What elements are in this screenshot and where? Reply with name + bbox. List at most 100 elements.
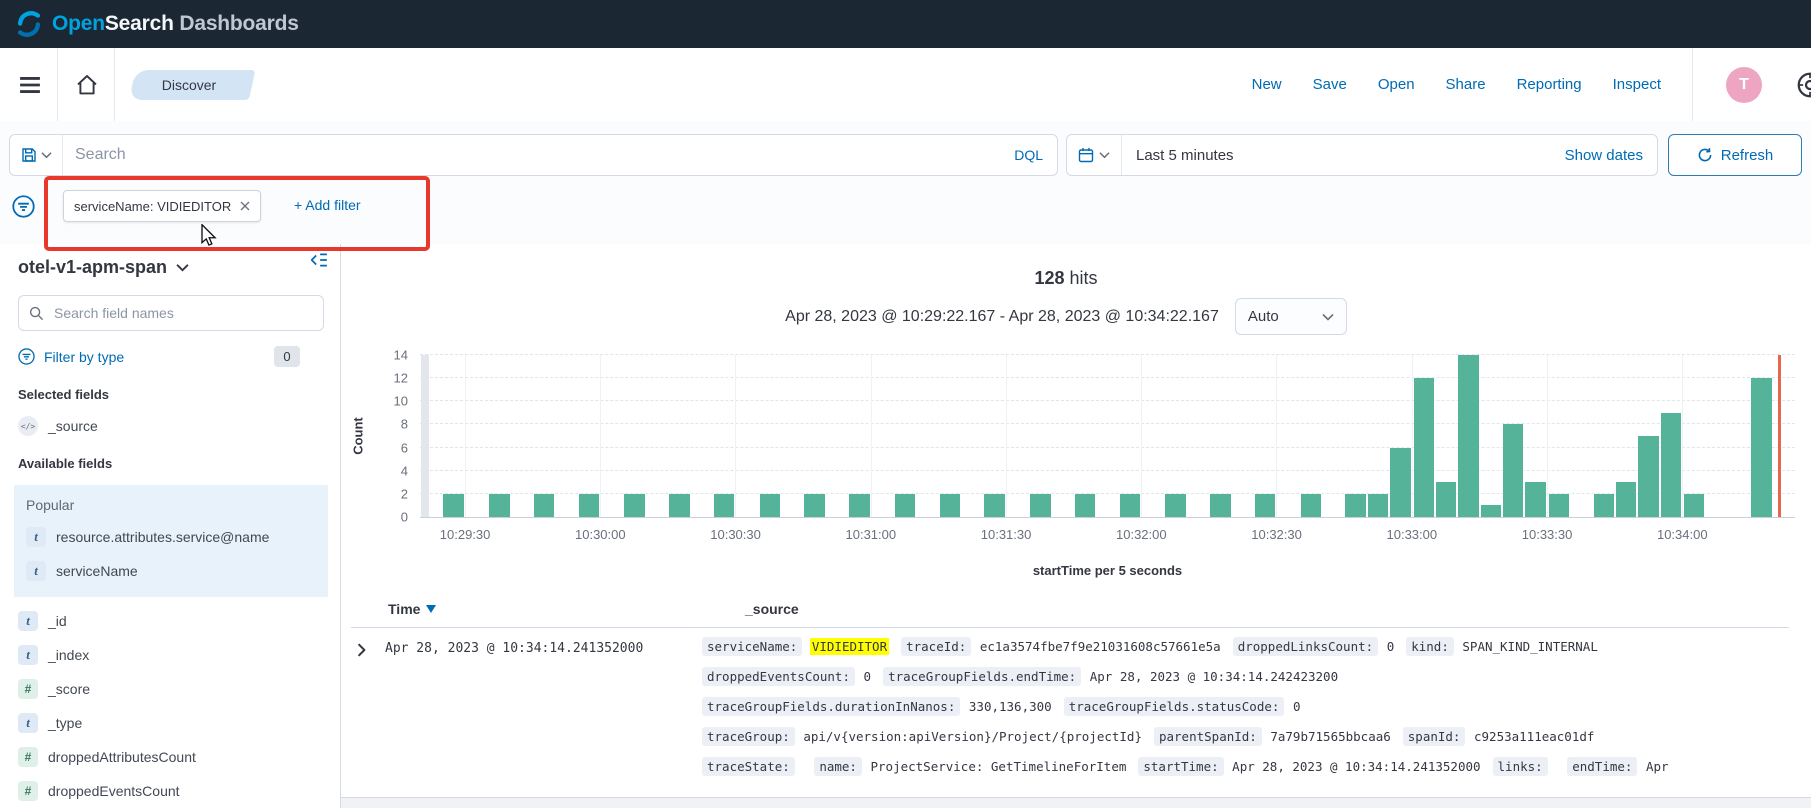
field-item-serviceName[interactable]: tserviceName — [26, 561, 318, 581]
column-header-time[interactable]: Time — [388, 601, 436, 617]
source-value: 7a79b71565bbcaa6 — [1269, 729, 1390, 744]
field-name: resource.attributes.service@name — [56, 527, 269, 547]
collapse-sidebar-icon[interactable] — [310, 252, 328, 268]
interval-select[interactable]: Auto — [1235, 298, 1347, 335]
sort-desc-icon — [426, 605, 436, 613]
chevron-down-icon — [1099, 151, 1110, 159]
search-bar: DQL — [9, 134, 1058, 176]
source-value: ProjectService: GetTimelineForItem — [870, 759, 1127, 774]
histogram-bar — [1458, 355, 1478, 517]
opensearch-logo[interactable]: OpenSearch Dashboards — [14, 9, 299, 39]
nav-link-reporting[interactable]: Reporting — [1517, 76, 1582, 93]
source-pair: traceGroupFields.endTime: Apr 28, 2023 @… — [883, 669, 1338, 684]
date-picker: Last 5 minutes Show dates — [1066, 134, 1658, 176]
expand-row-icon[interactable] — [356, 643, 367, 657]
user-avatar[interactable]: T — [1726, 67, 1762, 103]
chevron-down-icon — [176, 263, 189, 272]
field-item-droppedEventsCount[interactable]: #droppedEventsCount — [18, 781, 324, 801]
nav-link-inspect[interactable]: Inspect — [1613, 76, 1661, 93]
histogram-bar — [760, 494, 780, 517]
y-tick-label: 6 — [401, 441, 408, 454]
field-name: serviceName — [56, 561, 138, 581]
histogram-bars — [420, 355, 1795, 517]
chevron-down-icon — [1322, 313, 1334, 321]
remove-filter-icon[interactable] — [240, 201, 250, 211]
histogram-bar — [489, 494, 509, 517]
opensearch-logo-icon — [14, 9, 44, 39]
source-value: api/v{version:apiVersion}/Project/{proje… — [802, 729, 1142, 744]
field-item-_type[interactable]: t_type — [18, 713, 324, 733]
field-item-_index[interactable]: t_index — [18, 645, 324, 665]
number-field-icon: # — [18, 679, 38, 699]
nav-link-save[interactable]: Save — [1313, 76, 1347, 93]
refresh-icon — [1697, 147, 1713, 163]
number-field-icon: # — [18, 747, 38, 767]
histogram-bar — [1616, 482, 1636, 517]
field-item-_source[interactable]: </>_source — [18, 416, 324, 436]
quick-select-button[interactable] — [1067, 135, 1122, 175]
field-item-_id[interactable]: t_id — [18, 611, 324, 631]
histogram-bar — [579, 494, 599, 517]
save-icon — [21, 147, 37, 163]
refresh-button[interactable]: Refresh — [1668, 134, 1802, 176]
filter-by-type-button[interactable]: Filter by type 0 — [18, 346, 324, 367]
add-filter-button[interactable]: + Add filter — [294, 197, 361, 213]
saved-query-button[interactable] — [10, 135, 63, 175]
field-name: droppedAttributesCount — [48, 747, 196, 767]
field-item-droppedAttributesCount[interactable]: # droppedAttributesCount — [18, 747, 324, 767]
popular-heading: Popular — [26, 497, 318, 513]
divider — [1692, 48, 1693, 121]
nav-link-open[interactable]: Open — [1378, 76, 1415, 93]
field-item-resource.attributes.service@name[interactable]: t resource.attributes.service@name — [26, 527, 318, 547]
source-pair: traceState: — [702, 759, 802, 774]
histogram-bar — [1638, 436, 1658, 517]
y-tick-label: 2 — [401, 487, 408, 500]
search-input[interactable] — [63, 146, 1014, 164]
source-key: spanId: — [1403, 727, 1466, 746]
source-pair: traceId: ec1a3574fbe7f9e21031608c57661e5… — [901, 639, 1221, 654]
histogram-bar — [1525, 482, 1545, 517]
histogram-bar — [1368, 494, 1388, 517]
nav-link-new[interactable]: New — [1252, 76, 1282, 93]
histogram-bar — [624, 494, 644, 517]
histogram-bar — [1255, 494, 1275, 517]
source-value: VIDIEDITOR — [810, 638, 889, 655]
hits-count: 128 hits — [341, 268, 1791, 289]
filter-pill-servicename[interactable]: serviceName: VIDIEDITOR — [63, 190, 261, 222]
filter-count-badge: 0 — [274, 346, 300, 367]
divider — [114, 48, 115, 121]
y-tick-label: 12 — [394, 372, 408, 385]
source-key: traceGroup: — [702, 727, 795, 746]
y-tick-label: 14 — [394, 349, 408, 362]
show-dates-button[interactable]: Show dates — [1565, 147, 1657, 164]
source-key: startTime: — [1138, 757, 1223, 776]
chevron-down-icon — [41, 151, 52, 159]
nav-link-share[interactable]: Share — [1446, 76, 1486, 93]
source-pair: traceGroupFields.statusCode: 0 — [1064, 699, 1301, 714]
histogram-bar — [1661, 413, 1681, 517]
opensearch-dashboards-app: OpenSearch Dashboards Discover New Save Op… — [0, 0, 1811, 808]
field-name: _type — [48, 713, 82, 733]
source-value: Apr 28, 2023 @ 10:34:14.242423200 — [1089, 669, 1338, 684]
field-name: _id — [48, 611, 67, 631]
field-item-_score[interactable]: #_score — [18, 679, 324, 699]
breadcrumb-discover[interactable]: Discover — [129, 70, 249, 100]
app-title: OpenSearch Dashboards — [52, 12, 299, 36]
x-tick-label: 10:31:00 — [846, 527, 897, 542]
menu-hamburger-icon[interactable] — [17, 76, 43, 94]
index-pattern-select[interactable]: otel-v1-apm-span — [18, 257, 189, 278]
source-value: 330,136,300 — [968, 699, 1052, 714]
query-language-button[interactable]: DQL — [1014, 147, 1057, 163]
time-range-value[interactable]: Last 5 minutes — [1122, 147, 1565, 164]
filter-set-icon[interactable] — [12, 195, 35, 218]
help-icon[interactable] — [1795, 70, 1811, 100]
field-name: droppedEventsCount — [48, 781, 180, 801]
string-field-icon: t — [26, 527, 46, 547]
field-search-input[interactable] — [52, 304, 313, 322]
top-header-bar: OpenSearch Dashboards — [0, 0, 1811, 48]
divider — [57, 48, 58, 121]
home-icon[interactable] — [74, 73, 100, 97]
calendar-icon — [1078, 147, 1094, 163]
histogram-bar — [1165, 494, 1185, 517]
source-pair: traceGroup: api/v{version:apiVersion}/Pr… — [702, 729, 1142, 744]
